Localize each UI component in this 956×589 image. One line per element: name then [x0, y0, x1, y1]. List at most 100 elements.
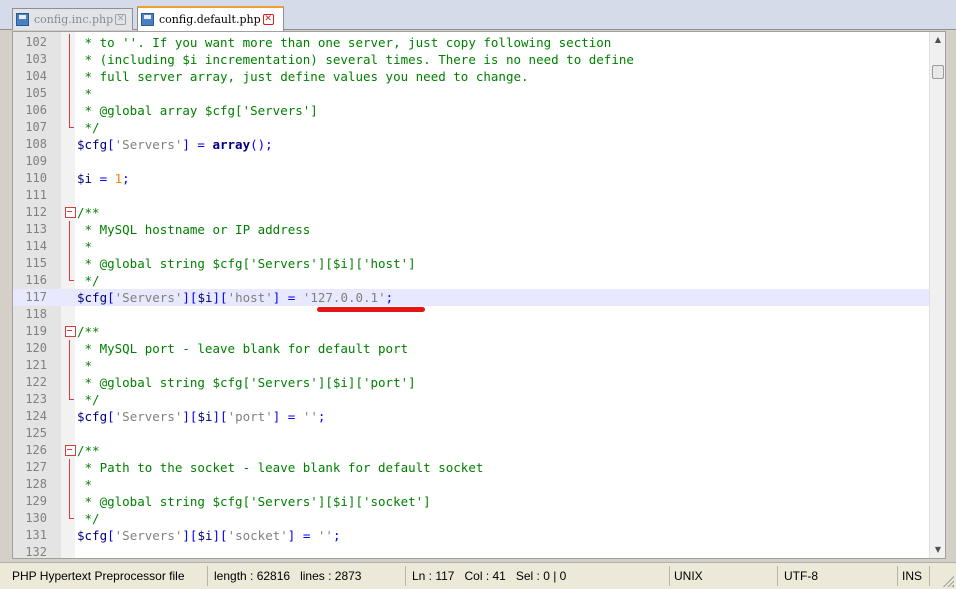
- code-line[interactable]: 130 */: [13, 510, 931, 527]
- fold-minus-icon[interactable]: [65, 204, 76, 221]
- fold-line: [65, 340, 75, 357]
- code-line[interactable]: 116 */: [13, 272, 931, 289]
- line-number: 124: [25, 409, 47, 423]
- fold-line: [65, 102, 75, 119]
- status-length-lines: length : 62816 lines : 2873: [210, 566, 406, 586]
- fold-line: [65, 459, 75, 476]
- fold-line: [65, 357, 75, 374]
- status-ln: Ln : 117: [412, 569, 455, 583]
- fold-line: [65, 221, 75, 238]
- code-text: * Path to the socket - leave blank for d…: [77, 460, 484, 475]
- code-line[interactable]: 121 *: [13, 357, 931, 374]
- vertical-scrollbar[interactable]: ▲ ▼: [929, 32, 945, 558]
- code-line[interactable]: 110 $i = 1;: [13, 170, 931, 187]
- fold-line: [65, 68, 75, 85]
- status-encoding[interactable]: UTF-8: [780, 566, 898, 586]
- code-text: */: [77, 273, 100, 288]
- code-line[interactable]: 124 $cfg['Servers'][$i]['port'] = '';: [13, 408, 931, 425]
- line-number: 117: [25, 290, 47, 304]
- file-icon: [141, 13, 154, 26]
- code-line[interactable]: 123 */: [13, 391, 931, 408]
- resize-grip-icon[interactable]: [940, 573, 954, 587]
- code-line[interactable]: 128 *: [13, 476, 931, 493]
- arrow-up-icon[interactable]: ▲: [930, 32, 945, 48]
- code-line[interactable]: 119 /**: [13, 323, 931, 340]
- code-text: */: [77, 511, 100, 526]
- line-number: 111: [25, 188, 47, 202]
- code-line[interactable]: 102 * to ''. If you want more than one s…: [13, 34, 931, 51]
- code-text: *: [77, 477, 93, 492]
- status-length: length : 62816: [214, 569, 291, 583]
- code-line[interactable]: 120 * MySQL port - leave blank for defau…: [13, 340, 931, 357]
- status-eol[interactable]: UNIX: [670, 566, 778, 586]
- line-number: 106: [25, 103, 47, 117]
- code-line[interactable]: 117 $cfg['Servers'][$i]['host'] = '127.0.…: [13, 289, 931, 306]
- code-line[interactable]: 108 $cfg['Servers'] = array();: [13, 136, 931, 153]
- fold-line: [65, 255, 75, 272]
- status-col: Col : 41: [464, 569, 506, 583]
- code-line[interactable]: 118: [13, 306, 931, 323]
- code-line[interactable]: 127 * Path to the socket - leave blank f…: [13, 459, 931, 476]
- line-number: 125: [25, 426, 47, 440]
- line-number: 108: [25, 137, 47, 151]
- status-position: Ln : 117 Col : 41 Sel : 0 | 0: [408, 566, 670, 586]
- line-number: 114: [25, 239, 47, 253]
- code-line[interactable]: 132: [13, 544, 931, 558]
- code-text: * @global array $cfg['Servers']: [77, 103, 318, 118]
- close-icon[interactable]: ✕: [262, 14, 274, 25]
- line-number: 130: [25, 511, 47, 525]
- code-line[interactable]: 131 $cfg['Servers'][$i]['socket'] = '';: [13, 527, 931, 544]
- line-number: 118: [25, 307, 47, 321]
- code-text: * to ''. If you want more than one serve…: [77, 35, 612, 50]
- line-number: 103: [25, 52, 47, 66]
- code-line[interactable]: 122 * @global string $cfg['Servers'][$i]…: [13, 374, 931, 391]
- code-line[interactable]: 105 *: [13, 85, 931, 102]
- line-number: 128: [25, 477, 47, 491]
- status-file-type: PHP Hypertext Preprocessor file: [8, 566, 208, 586]
- fold-minus-icon[interactable]: [65, 323, 76, 340]
- code-line[interactable]: 113 * MySQL hostname or IP address: [13, 221, 931, 238]
- file-icon: [16, 13, 29, 26]
- code-text: /**: [77, 324, 100, 339]
- fold-line: [65, 510, 75, 527]
- tab-config-inc-php[interactable]: config.inc.php ✕: [12, 8, 133, 30]
- code-line[interactable]: 114 *: [13, 238, 931, 255]
- status-sel: Sel : 0 | 0: [515, 569, 567, 583]
- line-number: 129: [25, 494, 47, 508]
- line-number: 109: [25, 154, 47, 168]
- fold-minus-icon[interactable]: [65, 442, 76, 459]
- status-insert-mode[interactable]: INS: [898, 566, 930, 586]
- code-text: /**: [77, 205, 100, 220]
- code-text: * @global string $cfg['Servers'][$i]['po…: [77, 375, 416, 390]
- code-editor[interactable]: 102 * to ''. If you want more than one s…: [12, 31, 946, 559]
- code-line[interactable]: 111: [13, 187, 931, 204]
- code-line[interactable]: 107 */: [13, 119, 931, 136]
- scrollbar-thumb[interactable]: [932, 65, 944, 79]
- code-line[interactable]: 103 * (including $i incrementation) seve…: [13, 51, 931, 68]
- line-number: 131: [25, 528, 47, 542]
- code-line[interactable]: 106 * @global array $cfg['Servers']: [13, 102, 931, 119]
- fold-line: [65, 34, 75, 51]
- fold-line: [65, 51, 75, 68]
- code-line[interactable]: 104 * full server array, just define val…: [13, 68, 931, 85]
- code-text: $cfg['Servers'][$i]['port'] = '';: [77, 409, 326, 424]
- code-text: $cfg['Servers'][$i]['socket'] = '';: [77, 528, 341, 543]
- code-line[interactable]: 112 /**: [13, 204, 931, 221]
- tab-label: config.default.php: [159, 13, 261, 26]
- code-area[interactable]: 102 * to ''. If you want more than one s…: [13, 32, 931, 558]
- close-icon[interactable]: ✕: [115, 14, 127, 25]
- line-number: 122: [25, 375, 47, 389]
- fold-line: [65, 374, 75, 391]
- fold-line: [65, 493, 75, 510]
- code-text: /**: [77, 443, 100, 458]
- code-line[interactable]: 109: [13, 153, 931, 170]
- tab-config-default-php[interactable]: config.default.php ✕: [137, 6, 284, 31]
- code-line[interactable]: 126 /**: [13, 442, 931, 459]
- fold-line: [65, 272, 75, 289]
- code-line[interactable]: 115 * @global string $cfg['Servers'][$i]…: [13, 255, 931, 272]
- code-text: $cfg['Servers'] = array();: [77, 137, 273, 152]
- code-line[interactable]: 129 * @global string $cfg['Servers'][$i]…: [13, 493, 931, 510]
- code-text: * full server array, just define values …: [77, 69, 529, 84]
- arrow-down-icon[interactable]: ▼: [930, 542, 945, 558]
- code-line[interactable]: 125: [13, 425, 931, 442]
